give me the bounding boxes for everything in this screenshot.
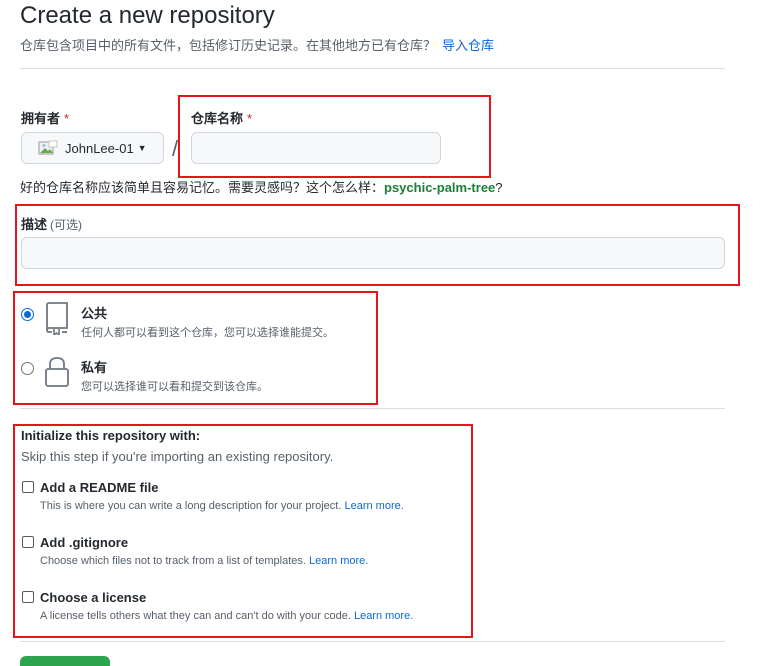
license-checkbox[interactable]: [22, 591, 34, 603]
owner-label: 拥有者 *: [21, 108, 69, 127]
page-subtitle: 仓库包含项目中的所有文件，包括修订历史记录。在其他地方已有仓库？ 导入仓库: [20, 35, 494, 54]
divider: [20, 68, 725, 69]
gitignore-desc: Choose which files not to track from a l…: [40, 555, 368, 567]
lock-icon: [43, 355, 71, 394]
repo-name-label-text: 仓库名称: [191, 111, 244, 126]
gitignore-title: Add .gitignore: [40, 535, 129, 550]
owner-label-text: 拥有者: [21, 111, 61, 126]
readme-desc-text: This is where you can write a long descr…: [40, 500, 342, 512]
public-title: 公共: [81, 306, 108, 321]
gitignore-learn-more-link[interactable]: Learn more.: [309, 555, 368, 567]
license-desc: A license tells others what they can and…: [40, 610, 413, 622]
readme-checkbox[interactable]: [22, 481, 34, 493]
license-desc-text: A license tells others what they can and…: [40, 610, 351, 622]
gitignore-checkbox[interactable]: [22, 536, 34, 548]
license-title: Choose a license: [40, 590, 147, 605]
name-suggestion[interactable]: psychic-palm-tree: [384, 180, 495, 195]
public-radio[interactable]: [21, 308, 34, 321]
page-title: Create a new repository: [20, 2, 275, 29]
hint-text: 好的仓库名称应该简单且容易记忆。需要灵感吗？这个怎么样：: [20, 180, 385, 195]
divider: [20, 408, 725, 409]
hint-suffix: ?: [495, 180, 503, 195]
subtitle-text: 仓库包含项目中的所有文件，包括修订历史记录。在其他地方已有仓库？: [20, 38, 437, 53]
optional-tag: (可选): [50, 218, 83, 232]
readme-title: Add a README file: [40, 480, 159, 495]
repo-name-input[interactable]: [191, 132, 441, 164]
description-label: 描述 (可选): [21, 214, 82, 233]
private-title: 私有: [81, 360, 108, 375]
description-input[interactable]: [21, 237, 725, 269]
repo-public-icon: [44, 301, 70, 340]
license-learn-more-link[interactable]: Learn more.: [354, 610, 413, 622]
owner-dropdown[interactable]: JohnLee-01 ▼: [21, 132, 164, 164]
caret-down-icon: ▼: [137, 143, 147, 153]
divider: [20, 641, 725, 642]
avatar: [38, 140, 58, 156]
public-desc: 任何人都可以看到这个仓库，您可以选择谁能提交。: [81, 327, 334, 339]
readme-desc: This is where you can write a long descr…: [40, 500, 404, 512]
repo-name-hint: 好的仓库名称应该简单且容易记忆。需要灵感吗？这个怎么样：psychic-palm…: [20, 177, 503, 196]
repo-name-label: 仓库名称 *: [191, 108, 252, 127]
private-radio[interactable]: [21, 362, 34, 375]
required-mark: *: [64, 111, 70, 126]
import-repository-link[interactable]: 导入仓库: [442, 38, 494, 53]
readme-learn-more-link[interactable]: Learn more.: [344, 500, 403, 512]
description-label-text: 描述: [21, 217, 48, 232]
initialize-title: Initialize this repository with:: [21, 428, 201, 443]
owner-name: JohnLee-01: [65, 140, 134, 156]
initialize-subtitle: Skip this step if you're importing an ex…: [21, 449, 334, 464]
gitignore-desc-text: Choose which files not to track from a l…: [40, 555, 306, 567]
private-desc: 您可以选择谁可以看和提交到该仓库。: [81, 381, 268, 393]
required-mark: *: [247, 111, 253, 126]
